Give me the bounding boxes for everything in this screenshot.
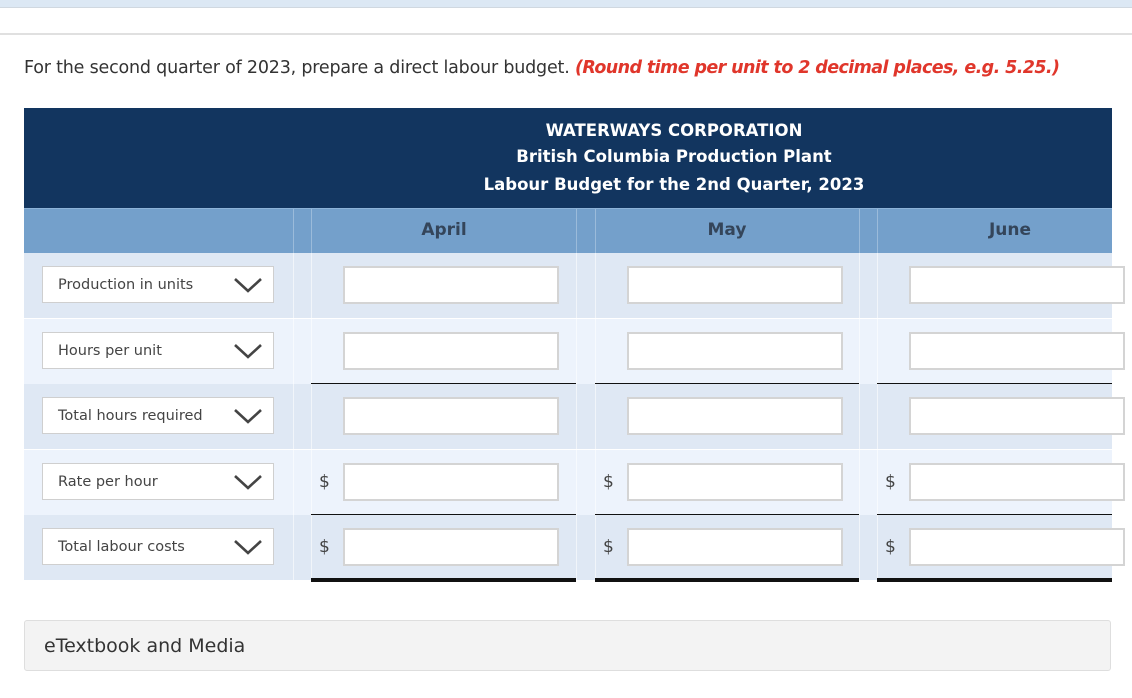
budget-title: Labour Budget for the 2nd Quarter, 2023 — [483, 175, 865, 194]
amount-input-april[interactable] — [343, 462, 559, 501]
column-separator — [877, 515, 878, 580]
labour-budget-table: WATERWAYS CORPORATION British Columbia P… — [24, 108, 1132, 582]
table-row: Total labour costs $ $ $ — [24, 515, 1125, 582]
row-label-dropdown[interactable]: Hours per unit — [42, 331, 274, 369]
column-separator — [576, 515, 577, 580]
column-separator — [293, 515, 294, 580]
dropdown-selected-value: Total labour costs — [58, 539, 185, 555]
column-separator — [859, 318, 860, 384]
row-label-dropdown[interactable]: Production in units — [42, 266, 274, 303]
dollar-sign: $ — [319, 471, 330, 492]
instructions-text: For the second quarter of 2023, prepare … — [24, 58, 570, 78]
table-row: Hours per unit — [24, 318, 1125, 385]
amount-input-may[interactable] — [627, 397, 843, 435]
column-separator — [595, 449, 596, 515]
top-banner — [0, 0, 1132, 8]
dollar-sign: $ — [885, 471, 896, 492]
amount-input-april[interactable] — [343, 331, 559, 370]
column-separator — [576, 449, 577, 515]
amount-input-june[interactable] — [909, 266, 1125, 304]
plant-name: British Columbia Production Plant — [516, 147, 832, 166]
amount-input-may[interactable] — [627, 266, 843, 304]
chevron-down-icon — [234, 474, 262, 490]
dropdown-selected-value: Production in units — [58, 277, 194, 293]
chevron-down-icon — [234, 278, 262, 293]
dollar-sign: $ — [603, 471, 614, 492]
column-separator — [877, 449, 878, 515]
table-title-block: WATERWAYS CORPORATION British Columbia P… — [24, 108, 1112, 208]
column-separator — [293, 318, 294, 384]
dropdown-selected-value: Hours per unit — [58, 342, 162, 359]
column-separator — [595, 318, 596, 384]
column-separator — [576, 318, 577, 384]
amount-input-june[interactable] — [909, 462, 1125, 501]
column-separator — [293, 384, 294, 449]
dropdown-selected-value: Total hours required — [58, 408, 203, 424]
column-separator — [293, 253, 294, 318]
column-separator — [576, 384, 577, 449]
row-label-dropdown[interactable]: Total hours required — [42, 397, 274, 434]
rounding-hint: (Round time per unit to 2 decimal places… — [574, 58, 1060, 78]
column-separator — [877, 318, 878, 384]
total-double-underline — [877, 578, 1112, 582]
row-label-dropdown[interactable]: Total labour costs — [42, 528, 274, 565]
chevron-down-icon — [234, 343, 262, 359]
amount-input-june[interactable] — [909, 331, 1125, 370]
column-june: June — [988, 220, 1032, 240]
amount-input-april[interactable] — [343, 528, 559, 566]
column-separator — [595, 253, 596, 318]
amount-input-may[interactable] — [627, 528, 843, 566]
column-separator — [859, 515, 860, 580]
instructions: For the second quarter of 2023, prepare … — [24, 58, 1060, 78]
column-separator — [859, 384, 860, 449]
column-separator — [293, 209, 294, 254]
column-separator — [877, 384, 878, 449]
column-may: May — [707, 220, 747, 240]
column-april: April — [421, 220, 467, 240]
company-name: WATERWAYS CORPORATION — [545, 121, 803, 140]
column-separator — [595, 515, 596, 580]
column-separator — [311, 515, 312, 580]
amount-input-may[interactable] — [627, 331, 843, 370]
column-separator — [311, 384, 312, 449]
amount-input-june[interactable] — [909, 397, 1125, 435]
column-separator — [859, 449, 860, 515]
column-separator — [859, 253, 860, 318]
dollar-sign: $ — [603, 537, 614, 557]
amount-input-june[interactable] — [909, 528, 1125, 566]
column-separator — [576, 253, 577, 318]
dollar-sign: $ — [319, 537, 330, 557]
table-row: Rate per hour $ $ $ — [24, 449, 1125, 516]
table-row: Production in units — [24, 253, 1125, 318]
column-separator — [311, 318, 312, 384]
column-separator — [595, 384, 596, 449]
total-double-underline — [595, 578, 859, 582]
column-separator — [311, 253, 312, 318]
row-label-dropdown[interactable]: Rate per hour — [42, 462, 274, 500]
amount-input-april[interactable] — [343, 397, 559, 435]
amount-input-april[interactable] — [343, 266, 559, 304]
amount-input-may[interactable] — [627, 462, 843, 501]
column-separator — [859, 209, 860, 254]
dropdown-selected-value: Rate per hour — [58, 473, 158, 490]
dollar-sign: $ — [885, 537, 896, 557]
etextbook-and-media-button[interactable]: eTextbook and Media — [24, 620, 1111, 671]
column-separator — [311, 449, 312, 515]
divider — [0, 33, 1132, 35]
chevron-down-icon — [234, 409, 262, 424]
chevron-down-icon — [234, 540, 262, 555]
column-header-row: April May June — [24, 208, 1112, 254]
total-double-underline — [311, 578, 576, 582]
column-separator — [576, 209, 577, 254]
etextbook-label: eTextbook and Media — [44, 635, 246, 657]
column-separator — [877, 253, 878, 318]
column-separator — [293, 449, 294, 515]
table-row: Total hours required — [24, 384, 1125, 449]
